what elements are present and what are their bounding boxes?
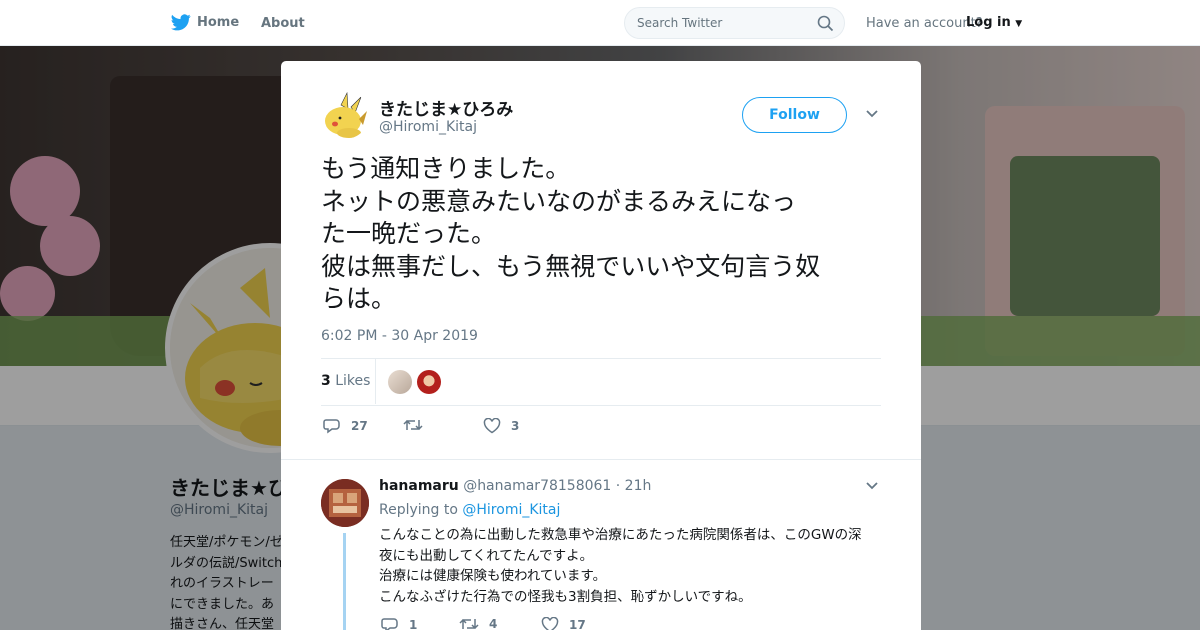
search-placeholder: Search Twitter [637, 16, 723, 30]
tweet-text-line: もう通知きりました。 [321, 154, 571, 183]
follow-button[interactable]: Follow [742, 97, 847, 133]
replying-to: Replying to @Hiromi_Kitaj [379, 502, 560, 518]
chevron-down-icon[interactable] [865, 109, 879, 119]
tweet-timestamp[interactable]: 6:02 PM - 30 Apr 2019 [321, 328, 478, 344]
like-count: 3 [511, 419, 520, 433]
reply-icon [381, 618, 398, 630]
heart-icon [483, 418, 501, 434]
reply-author-name: hanamaru [379, 478, 459, 494]
search-input[interactable]: Search Twitter [624, 7, 845, 39]
tweet-text-line: ネットの悪意みたいなのがまるみえになっ [321, 186, 797, 216]
reply-count: 1 [409, 618, 418, 630]
tweet-text-line: た一晩だった。 [321, 219, 497, 248]
chevron-down-icon: ▼ [1015, 19, 1023, 29]
divider [321, 358, 881, 359]
tweet-modal: きたじま★ひろみ @Hiromi_Kitaj Follow もう通知きりました。… [281, 61, 921, 630]
author-avatar[interactable] [321, 91, 369, 139]
liker-avatar[interactable] [388, 370, 412, 394]
divider [281, 459, 921, 460]
reply-author-avatar[interactable] [321, 479, 369, 527]
search-icon[interactable] [817, 15, 834, 32]
reply-text: こんなことの為に出動した救急車や治療にあたった病院関係者は、このGWの深 夜にも… [379, 525, 884, 607]
author-name[interactable]: きたじま★ひろみ [379, 95, 513, 120]
likes-count: 3 [321, 373, 331, 389]
nav-home[interactable]: Home [171, 14, 239, 31]
liker-avatar[interactable] [417, 370, 441, 394]
reply-text-line: 治療には健康保険も使われています。 [379, 568, 607, 584]
retweet-count: 4 [489, 617, 498, 630]
reply-icon [323, 419, 340, 434]
retweet-button[interactable]: 4 [459, 617, 497, 630]
like-button[interactable]: 3 [483, 418, 519, 434]
retweet-icon [403, 419, 423, 431]
twitter-bird-icon [171, 14, 191, 31]
reply-avatar-image [321, 479, 369, 527]
chevron-down-icon[interactable] [865, 481, 879, 491]
thread-line [343, 533, 346, 630]
replying-to-link[interactable]: @Hiromi_Kitaj [462, 502, 560, 518]
reply-text-line: 夜にも出動してくれてたんですよ。 [379, 547, 594, 564]
reply-time[interactable]: · 21h [616, 478, 652, 494]
nav-home-label: Home [197, 15, 240, 30]
login-label: Log in [966, 15, 1011, 30]
reply-text-line: こんなことの為に出動した救急車や治療にあたった病院関係者は、このGWの深 [379, 527, 862, 543]
pikachu-avatar-icon [321, 91, 369, 139]
replying-prefix: Replying to [379, 502, 458, 518]
reply-count: 27 [351, 419, 368, 433]
author-handle[interactable]: @Hiromi_Kitaj [379, 119, 477, 135]
close-icon[interactable] [1154, 11, 1178, 35]
reply-text-line: こんなふざけた行為での怪我も3割負担、恥ずかしいですね。 [379, 588, 752, 605]
reply-button[interactable]: 27 [323, 418, 368, 434]
top-nav: Home About Search Twitter Have an accoun… [0, 0, 1200, 46]
like-button[interactable]: 17 [541, 617, 586, 630]
likes-stat[interactable]: 3 Likes [321, 373, 370, 389]
divider [321, 405, 881, 406]
heart-icon [541, 617, 559, 630]
retweet-button[interactable] [403, 418, 433, 432]
reply-author-handle: @hanamar78158061 [463, 478, 612, 494]
login-button[interactable]: Log in ▼ [966, 15, 1022, 30]
likes-label: Likes [335, 373, 371, 389]
reply-button[interactable]: 1 [381, 617, 417, 630]
like-count: 17 [569, 618, 586, 630]
divider [375, 358, 376, 404]
retweet-icon [459, 618, 479, 630]
nav-about[interactable]: About [261, 16, 305, 31]
tweet-text: もう通知きりました。 ネットの悪意みたいなのがまるみえになっ た一晩だった。 彼… [321, 153, 891, 316]
tweet-text-line: 彼は無事だし、もう無視でいいや文句言う奴 [321, 251, 821, 281]
tweet-text-line: らは。 [321, 284, 397, 313]
reply-author[interactable]: hanamaru @hanamar78158061 · 21h [379, 478, 651, 494]
